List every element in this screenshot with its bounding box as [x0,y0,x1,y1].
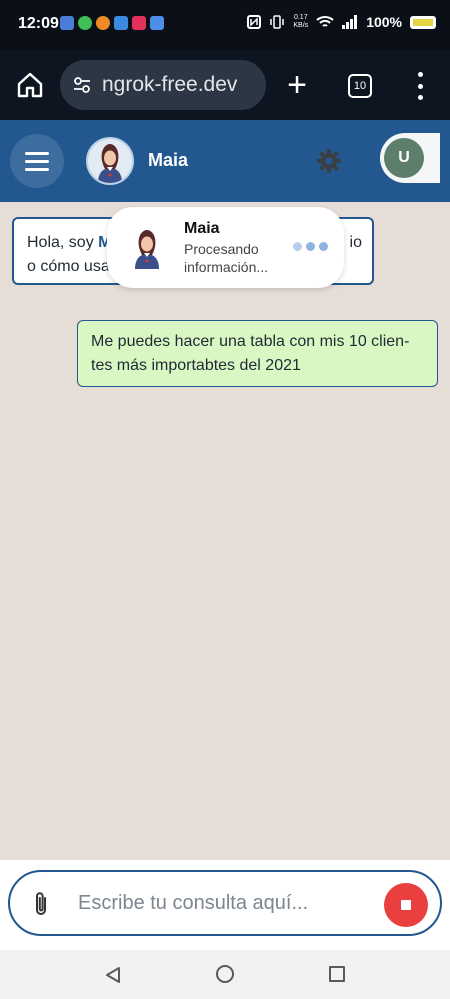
battery-icon [410,15,436,29]
app-notification-icon [60,16,74,30]
site-settings-icon[interactable] [72,75,92,95]
settings-gear-icon[interactable] [316,148,342,174]
processing-toast: Maia Procesando información... [107,207,344,288]
home-nav-icon[interactable] [216,965,234,983]
app-notification-icon [132,16,146,30]
signal-icon [342,15,358,29]
status-right: 0.17 KB/s 100% [247,14,436,30]
address-bar[interactable]: ngrok-free.dev [60,60,266,110]
attach-icon[interactable] [32,891,50,919]
composer-area: Escribe tu consulta aquí... [0,860,450,950]
app-notification-icon [150,16,164,30]
bot-avatar-icon [135,230,159,269]
whatsapp-icon [78,16,92,30]
network-speed: 0.17 KB/s [293,14,308,30]
app-notification-icon [114,16,128,30]
bot-name: Maia [148,150,189,170]
battery-percent: 100% [366,14,402,30]
app-header: Maia U [0,120,450,202]
url-text[interactable]: ngrok-free.dev [102,73,237,97]
typing-indicator-icon [293,242,328,251]
status-time: 12:09 [18,15,59,32]
bot-message-prefix: Hola, soy [27,234,99,251]
user-menu[interactable]: U [380,133,440,183]
stop-icon [401,900,411,910]
new-tab-icon[interactable]: + [285,68,309,102]
info-notification-icon [96,16,110,30]
toast-status-text: Procesando información... [184,241,269,275]
toast-bot-name: Maia [184,220,220,237]
bot-avatar-icon [98,144,122,183]
nfc-icon [247,15,262,29]
browser-menu-icon[interactable] [415,72,425,100]
menu-button[interactable] [10,134,64,188]
notification-icons [60,16,164,30]
browser-toolbar: ngrok-free.dev + 10 [0,50,450,120]
user-avatar[interactable]: U [384,138,424,178]
vibrate-icon [270,15,285,29]
recents-icon[interactable] [329,966,345,982]
back-icon[interactable] [104,966,122,984]
tab-switcher-button[interactable]: 10 [348,74,372,98]
message-placeholder[interactable]: Escribe tu consulta aquí... [78,892,308,915]
message-input[interactable]: Escribe tu consulta aquí... [8,870,442,936]
stop-button[interactable] [384,883,428,927]
home-icon[interactable] [16,72,44,98]
net-speed-value: 0.17 [293,14,308,21]
wifi-icon [316,16,334,27]
bot-message-tail: io [349,234,362,251]
bot-avatar [86,137,134,185]
user-message-bubble: Me puedes hacer una tabla con mis 10 cli… [77,320,438,387]
status-bar: 12:09 0.17 KB/s 100% [0,0,450,50]
net-speed-unit: KB/s [293,22,309,29]
system-nav-bar [0,950,450,999]
